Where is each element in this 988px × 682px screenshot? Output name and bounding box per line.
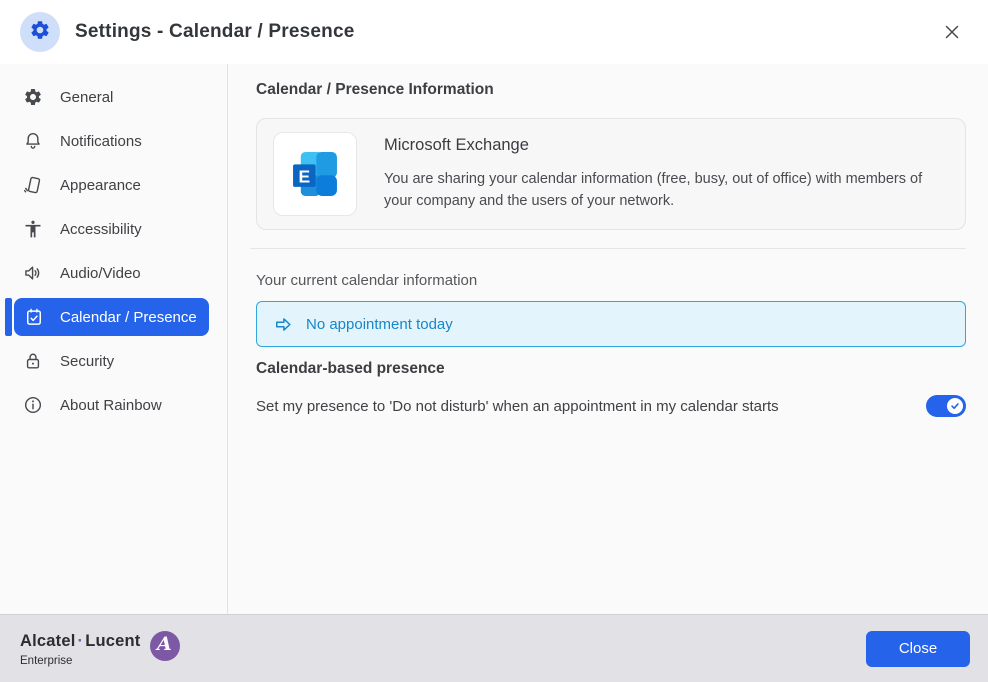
sidebar-item-label: Appearance: [60, 177, 141, 194]
sidebar-item-calendar-presence[interactable]: Calendar / Presence: [14, 298, 209, 336]
page-title: Settings - Calendar / Presence: [75, 21, 355, 43]
presence-section-title: Calendar-based presence: [256, 360, 966, 378]
gear-icon: [29, 19, 51, 46]
gear-icon: [22, 86, 44, 108]
sidebar-item-appearance[interactable]: Appearance: [0, 163, 227, 207]
toggle-knob: [947, 398, 963, 414]
sidebar-item-label: Security: [60, 353, 114, 370]
sidebar-item-label: About Rainbow: [60, 397, 162, 414]
sidebar-item-accessibility[interactable]: Accessibility: [0, 207, 227, 251]
section-divider: [250, 248, 966, 249]
info-icon: [22, 394, 44, 416]
provider-name: Microsoft Exchange: [384, 136, 949, 155]
sidebar-item-label: Notifications: [60, 133, 142, 150]
sidebar-item-audio-video[interactable]: Audio/Video: [0, 251, 227, 295]
calendar-info-label: Your current calendar information: [256, 272, 966, 289]
sidebar-item-security[interactable]: Security: [0, 339, 227, 383]
svg-text:E: E: [298, 167, 310, 187]
sidebar-item-label: Accessibility: [60, 221, 142, 238]
calendar-check-icon: [23, 306, 45, 328]
calendar-presence-panel: Calendar / Presence Information E Micros…: [228, 64, 988, 614]
presence-setting-label: Set my presence to 'Do not disturb' when…: [256, 398, 779, 415]
lock-icon: [22, 350, 44, 372]
brand-subtitle: Enterprise: [20, 655, 180, 667]
provider-description: You are sharing your calendar informatio…: [384, 168, 949, 213]
section-title: Calendar / Presence Information: [256, 81, 966, 99]
sidebar-item-label: General: [60, 89, 113, 106]
arrow-right-icon: [274, 315, 293, 334]
sidebar-item-label: Calendar / Presence: [60, 309, 197, 326]
microsoft-exchange-icon: E: [273, 132, 357, 216]
settings-dialog: Settings - Calendar / Presence General N…: [0, 0, 988, 682]
sidebar-item-about-rainbow[interactable]: About Rainbow: [0, 383, 227, 427]
accessibility-icon: [22, 218, 44, 240]
provider-card: E Microsoft Exchange You are sharing you…: [256, 118, 966, 230]
presence-setting-row: Set my presence to 'Do not disturb' when…: [256, 395, 966, 417]
calendar-status-text: No appointment today: [306, 316, 453, 333]
settings-sidebar: General Notifications Appearance Accessi…: [0, 64, 228, 614]
device-icon: [22, 174, 44, 196]
dialog-body: General Notifications Appearance Accessi…: [0, 64, 988, 614]
alcatel-lucent-brand: Alcatel·Lucent A Enterprise: [20, 631, 180, 667]
calendar-presence-toggle[interactable]: [926, 395, 966, 417]
close-button[interactable]: Close: [866, 631, 970, 667]
speaker-icon: [22, 262, 44, 284]
settings-gear-badge: [20, 12, 60, 52]
dialog-footer: Alcatel·Lucent A Enterprise Close: [0, 614, 988, 682]
bell-icon: [22, 130, 44, 152]
brand-name-second: Lucent: [85, 632, 140, 651]
brand-dot: ·: [78, 632, 84, 651]
sidebar-item-general[interactable]: General: [0, 75, 227, 119]
dialog-header: Settings - Calendar / Presence: [0, 0, 988, 64]
close-icon[interactable]: [938, 18, 966, 46]
calendar-status-box: No appointment today: [256, 301, 966, 347]
sidebar-item-notifications[interactable]: Notifications: [0, 119, 227, 163]
brand-name-first: Alcatel: [20, 632, 76, 651]
sidebar-item-label: Audio/Video: [60, 265, 141, 282]
